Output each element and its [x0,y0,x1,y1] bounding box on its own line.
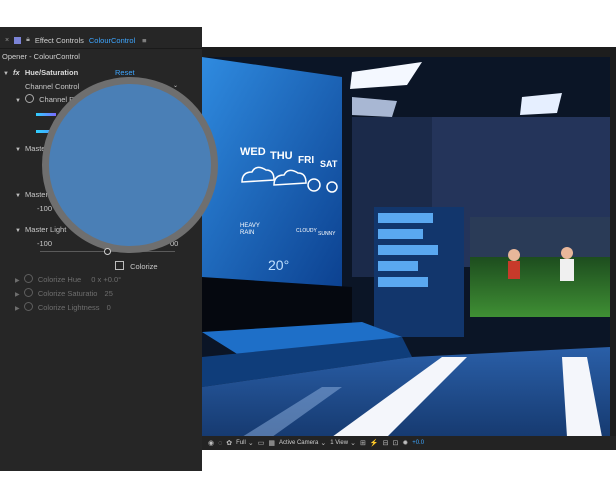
svg-text:HEAVY: HEAVY [240,223,260,229]
collapse-triangle-icon[interactable]: ▼ [3,71,9,77]
transparency-grid-icon[interactable]: ▦ [268,439,275,447]
divider [0,48,202,49]
colorize-saturation-label: Colorize Saturatio [37,289,98,298]
region-of-interest-icon[interactable]: ▭ [258,439,265,447]
colorize-label: Colorize [130,262,158,271]
chevron-down-icon: ⌄ [247,440,254,447]
composition-viewer[interactable]: WED THU FRI SAT HEAVY RAIN CLOUDY SUNNY … [196,47,616,444]
chevron-down-icon: ⌄ [350,440,356,447]
color-magnifier-overlay [42,77,218,253]
svg-text:SAT: SAT [320,159,338,169]
collapse-triangle-icon[interactable]: ▼ [15,98,21,104]
effect-name: Hue/Saturation [24,68,79,77]
master-hue-row[interactable]: ▼ Maste [15,144,45,153]
reset-button[interactable]: Reset [115,68,135,77]
colorize-lightness-row[interactable]: ▶ Colorize Lightness 0 [15,302,111,312]
studio-scene-image: WED THU FRI SAT HEAVY RAIN CLOUDY SUNNY … [202,57,610,437]
chevron-down-icon: ⌄ [320,440,327,447]
exposure-value[interactable]: +0.0 [412,440,424,446]
effect-header-row[interactable]: ▼ fx Hue/Saturation [3,68,78,77]
collapse-triangle-icon[interactable]: ▼ [15,228,21,234]
fast-preview-icon[interactable]: ⚡ [370,439,379,447]
svg-text:CLOUDY: CLOUDY [296,228,318,234]
svg-text:WED: WED [240,146,266,158]
master-lightness-label: Master Light [25,225,67,234]
expand-triangle-icon[interactable]: ▶ [15,278,20,284]
stats-board [374,207,464,337]
reset-exposure-icon[interactable]: ✹ [402,439,408,447]
panel-color-swatch [14,36,22,44]
svg-text:SUNNY: SUNNY [318,231,336,237]
svg-text:THU: THU [270,150,293,162]
svg-text:FRI: FRI [298,155,314,166]
viewer-toolbar: ◉ ◌ ✿ Full ⌄ ▭ ▦ Active Camera ⌄ 1 View … [200,436,616,450]
expand-triangle-icon[interactable]: ▶ [15,292,20,298]
timeline-icon[interactable]: ⊟ [383,439,389,447]
lock-icon[interactable]: 🔒︎ [26,36,30,44]
color-channel-icon[interactable]: ✿ [226,439,232,447]
studio-scene-frame: WED THU FRI SAT HEAVY RAIN CLOUDY SUNNY … [202,57,610,437]
svg-text:20°: 20° [268,257,289,273]
stopwatch-icon[interactable] [23,288,33,297]
colorize-hue-label: Colorize Hue [37,275,82,284]
colorize-lightness-label: Colorize Lightness [37,303,100,312]
stopwatch-icon[interactable] [23,274,33,283]
view-layout-select[interactable]: 1 View ⌄ [330,439,356,447]
colorize-checkbox-row[interactable]: Colorize [115,261,158,271]
view-layout-value: 1 View [330,440,349,446]
colorize-checkbox[interactable] [115,261,124,270]
channel-range-row[interactable]: ▼ Channel R [15,94,75,104]
colorize-hue-row[interactable]: ▶ Colorize Hue 0 x +0.0° [15,274,121,284]
resolution-value: Full [236,440,246,446]
master-saturation-value[interactable]: -100 [37,204,52,213]
lightness-slider-knob[interactable] [104,248,111,255]
collapse-triangle-icon[interactable]: ▼ [15,147,21,153]
svg-text:RAIN: RAIN [240,230,254,236]
master-saturation-label: Master [25,190,48,199]
flowchart-icon[interactable]: ⊡ [392,439,398,447]
layer-name-link[interactable]: ColourControl [89,36,135,45]
panel-title[interactable]: Effect Controls [35,36,84,45]
colorize-saturation-value[interactable]: 25 [105,289,113,298]
master-lightness-row[interactable]: ▼ Master Light [15,225,66,234]
colorize-saturation-row[interactable]: ▶ Colorize Saturatio 25 [15,288,113,298]
stopwatch-icon[interactable] [25,94,35,103]
stopwatch-icon[interactable] [23,302,33,311]
channel-range-bar-top [36,113,56,116]
expand-triangle-icon[interactable]: ▶ [15,306,20,312]
channel-control-label: Channel Control [25,82,80,91]
fx-icon[interactable]: fx [13,68,20,77]
colorize-hue-value[interactable]: 0 x +0.0° [91,275,121,284]
master-lightness-value[interactable]: -100 [37,239,52,248]
panel-header: × 🔒︎ Effect Controls ColourControl ≡ [0,33,202,47]
camera-value: Active Camera [278,440,319,446]
football-video-screen [470,217,610,317]
camera-select[interactable]: Active Camera ⌄ [279,439,326,447]
close-icon[interactable]: × [5,37,9,44]
toggle-pixel-aspect-icon[interactable]: ⊞ [360,439,366,447]
resolution-select[interactable]: Full ⌄ [236,439,254,447]
collapse-triangle-icon[interactable]: ▼ [15,193,21,199]
show-snapshot-icon[interactable]: ◌ [218,440,222,447]
panel-menu-icon[interactable]: ≡ [142,36,146,45]
master-saturation-row[interactable]: ▼ Master [15,190,48,199]
colorize-lightness-value[interactable]: 0 [107,303,111,312]
snapshot-icon[interactable]: ◉ [208,439,214,447]
breadcrumb: Opener - ColourControl [2,52,80,61]
